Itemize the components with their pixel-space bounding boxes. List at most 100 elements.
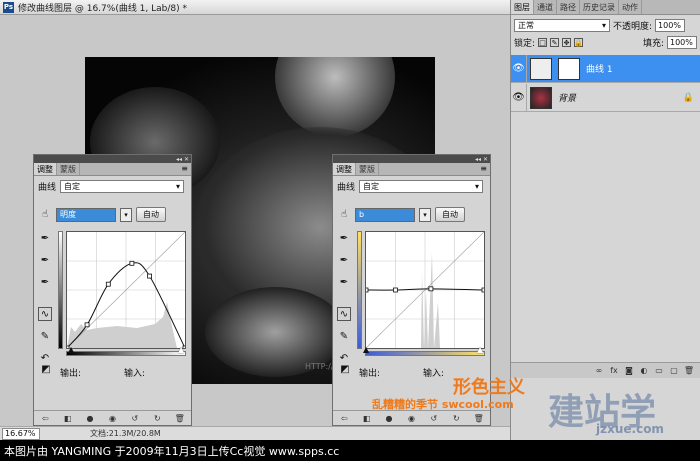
panel-title-bar[interactable]: ◂◂ ✕ (333, 155, 490, 163)
lock-all-icon[interactable]: 🔒 (574, 38, 584, 47)
layers-footer: ∞ fx ◙ ◐ ▭ ▢ 🗑 (511, 362, 700, 378)
clip-icon[interactable]: ◩ (338, 362, 352, 376)
dropdown-arrow-icon[interactable]: ▾ (419, 207, 431, 222)
panel-title-bar[interactable]: ◂◂ ✕ (34, 155, 191, 163)
histogram (67, 302, 177, 348)
tab-adjust[interactable]: 调整 (34, 163, 57, 175)
adjustment-icon[interactable]: ◐ (639, 366, 649, 376)
trash-icon[interactable]: 🗑 (684, 366, 694, 376)
layer-mask-thumb[interactable] (558, 57, 580, 80)
white-point-slider-icon[interactable]: ▲ (178, 345, 184, 354)
previous-state-icon[interactable]: ↺ (429, 413, 439, 423)
curves-adjust-icon (530, 57, 552, 80)
black-eyedropper-icon[interactable]: ✒ (38, 231, 52, 245)
panel-menu-icon[interactable]: ≡ (181, 164, 188, 173)
tab-masks[interactable]: 蒙版 (57, 163, 80, 175)
blend-mode-select[interactable]: 正常 ▾ (514, 19, 610, 32)
lock-row: 锁定: □ ✎ ✥ 🔒 填充: 100% (511, 34, 700, 51)
curve-point (428, 286, 434, 292)
eye-icon[interactable]: ◉ (406, 413, 416, 423)
curve-point (393, 287, 398, 293)
new-layer-icon[interactable]: ▢ (669, 366, 679, 376)
visibility-eye-icon[interactable]: 👁 (511, 83, 527, 112)
document-title: 修改曲线图层 @ 16.7%(曲线 1, Lab/8) * (18, 3, 188, 14)
curve-graph[interactable] (365, 231, 485, 349)
white-eyedropper-icon[interactable]: ✒ (337, 275, 351, 289)
tab-history[interactable]: 历史记录 (580, 0, 619, 14)
auto-button[interactable]: 自动 (435, 207, 465, 222)
previous-state-icon[interactable]: ↺ (130, 413, 140, 423)
clip-icon[interactable]: ◩ (39, 362, 53, 376)
visibility-eye-icon[interactable]: 👁 (511, 54, 527, 83)
eye-icon[interactable]: ◉ (107, 413, 117, 423)
black-point-slider-icon[interactable]: ▲ (363, 345, 369, 354)
folder-icon[interactable]: ▭ (654, 366, 664, 376)
back-icon[interactable]: ⇦ (339, 413, 349, 423)
lock-transparent-icon[interactable]: □ (538, 38, 548, 47)
histogram (421, 252, 440, 348)
layer-row-curves[interactable]: 👁 曲线 1 (511, 54, 700, 83)
preset-select[interactable]: 自定 ▾ (359, 180, 484, 193)
input-gradient (66, 351, 186, 356)
auto-button[interactable]: 自动 (136, 207, 166, 222)
tab-adjust[interactable]: 调整 (333, 163, 356, 175)
black-point-slider-icon[interactable]: ▲ (68, 345, 74, 354)
opacity-field[interactable]: 100% (655, 19, 686, 32)
fill-label: 填充: (642, 39, 664, 49)
image-caption: 本图片由 YANGMING 于2009年11月3日上传Cc视觉 www.spps… (0, 440, 700, 461)
preset-row: 曲线 自定 ▾ (38, 180, 185, 193)
panel-menu-icon[interactable]: ≡ (480, 164, 487, 173)
pencil-icon[interactable]: ✎ (337, 329, 351, 343)
fx-icon[interactable]: fx (609, 366, 619, 376)
output-label: 输出: (60, 369, 82, 379)
delete-icon[interactable]: 🗑 (175, 413, 185, 423)
white-eyedropper-icon[interactable]: ✒ (38, 275, 52, 289)
dropdown-arrow-icon[interactable]: ▾ (120, 207, 132, 222)
curve-point-icon[interactable]: ∿ (337, 307, 351, 321)
target-adjust-icon[interactable]: ☝ (337, 208, 351, 222)
preset-value: 自定 (64, 182, 81, 191)
doc-info[interactable]: 文档:21.3M/20.8M (90, 428, 161, 439)
reset-icon[interactable]: ↻ (451, 413, 461, 423)
pencil-icon[interactable]: ✎ (38, 329, 52, 343)
tab-paths[interactable]: 路径 (557, 0, 580, 14)
preset-select[interactable]: 自定 ▾ (60, 180, 185, 193)
dropdown-arrow-icon: ▾ (475, 182, 480, 191)
mask-icon[interactable]: ◙ (624, 366, 634, 376)
gray-eyedropper-icon[interactable]: ✒ (337, 253, 351, 267)
lock-brush-icon[interactable]: ✎ (550, 38, 560, 47)
white-point-slider-icon[interactable]: ▲ (477, 345, 483, 354)
fill-field[interactable]: 100% (667, 36, 697, 49)
visibility-icon[interactable]: ● (384, 413, 394, 423)
layer-row-background[interactable]: 👁 背景 🔒 (511, 83, 700, 112)
tab-layers[interactable]: 图层 (511, 0, 534, 14)
document-title-bar[interactable]: Ps 修改曲线图层 @ 16.7%(曲线 1, Lab/8) * (0, 0, 510, 15)
black-eyedropper-icon[interactable]: ✒ (337, 231, 351, 245)
channel-select[interactable]: 明度 (56, 207, 116, 222)
visibility-icon[interactable]: ● (85, 413, 95, 423)
gray-eyedropper-icon[interactable]: ✒ (38, 253, 52, 267)
curve-point (84, 322, 90, 328)
clip-layer-icon[interactable]: ◧ (63, 413, 73, 423)
layer-name: 曲线 1 (586, 65, 613, 75)
tab-masks[interactable]: 蒙版 (356, 163, 379, 175)
channel-select[interactable]: b (355, 207, 415, 222)
neck-shape (275, 57, 395, 137)
delete-icon[interactable]: 🗑 (474, 413, 484, 423)
reset-icon[interactable]: ↻ (152, 413, 162, 423)
clip-layer-icon[interactable]: ◧ (362, 413, 372, 423)
curve-point (105, 281, 111, 287)
target-adjust-icon[interactable]: ☝ (38, 208, 52, 222)
curve-graph[interactable] (66, 231, 186, 349)
tab-channels[interactable]: 通道 (534, 0, 557, 14)
back-icon[interactable]: ⇦ (40, 413, 50, 423)
link-icon[interactable]: ∞ (594, 366, 604, 376)
curve-point-icon[interactable]: ∿ (38, 307, 52, 321)
output-gradient (357, 231, 362, 349)
zoom-field[interactable]: 16.67% (2, 427, 40, 440)
tab-actions[interactable]: 动作 (619, 0, 642, 14)
layers-tabs: 图层 通道 路径 历史记录 动作 (511, 0, 700, 15)
lock-move-icon[interactable]: ✥ (562, 38, 572, 47)
opacity-label: 不透明度: (613, 22, 653, 32)
curve-tools: ✒ ✒ ✒ ∿ ✎ ↶ (337, 231, 351, 365)
